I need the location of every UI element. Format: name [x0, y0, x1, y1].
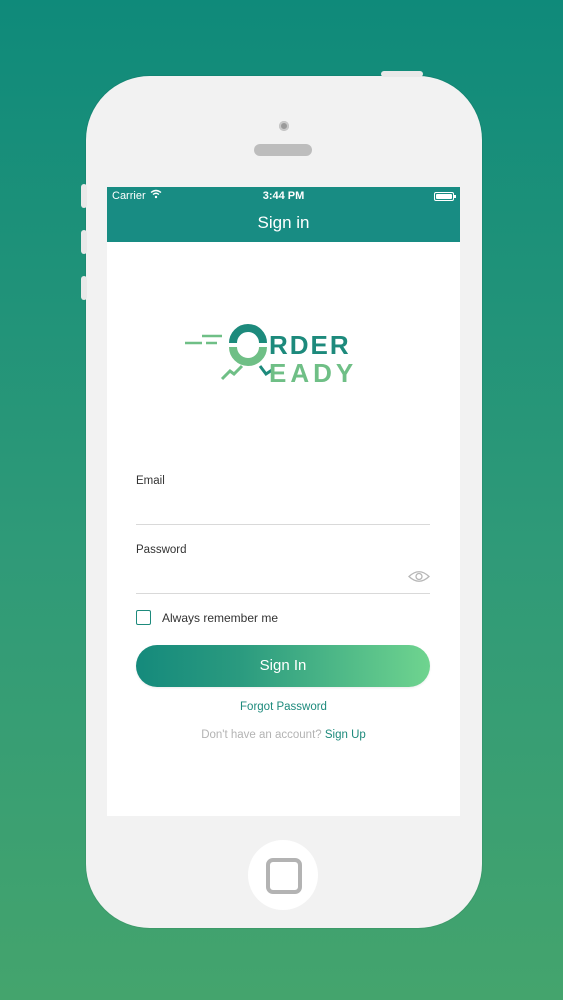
- power-side-button: [381, 71, 423, 77]
- volume-up-side-button: [81, 184, 87, 208]
- status-time: 3:44 PM: [262, 190, 305, 202]
- order-ready-logo: RDER EADY: [185, 324, 357, 388]
- signup-prompt: Don't have an account? Sign Up: [107, 729, 460, 741]
- front-camera: [279, 121, 289, 131]
- volume-down-side-button: [81, 276, 87, 300]
- show-password-eye-icon[interactable]: [408, 570, 430, 588]
- no-account-text: Don't have an account?: [201, 729, 322, 741]
- sign-in-button[interactable]: Sign In: [136, 645, 430, 687]
- remember-me-label: Always remember me: [162, 611, 279, 625]
- email-field[interactable]: [136, 502, 430, 525]
- home-button[interactable]: [248, 840, 318, 910]
- app-screen: Carrier 3:44 PM Sign in RDER EADY Email …: [107, 187, 460, 816]
- password-field[interactable]: [136, 571, 430, 594]
- logo-text-line2: EADY: [269, 358, 357, 388]
- email-label: Email: [136, 475, 165, 487]
- nav-bar: Sign in: [107, 205, 460, 242]
- forgot-password-label[interactable]: Forgot Password: [240, 701, 327, 713]
- volume-mid-side-button: [81, 230, 87, 254]
- forgot-password-link[interactable]: Forgot Password: [107, 701, 460, 713]
- home-square-icon: [266, 858, 302, 894]
- sign-up-link[interactable]: Sign Up: [325, 729, 366, 741]
- earpiece-speaker: [254, 144, 312, 156]
- status-bar: Carrier 3:44 PM: [107, 187, 460, 205]
- password-label: Password: [136, 544, 187, 556]
- logo-text-line1: RDER: [269, 330, 351, 360]
- page-title: Sign in: [257, 213, 310, 232]
- remember-me-checkbox[interactable]: [136, 610, 151, 625]
- battery-icon: [434, 192, 456, 201]
